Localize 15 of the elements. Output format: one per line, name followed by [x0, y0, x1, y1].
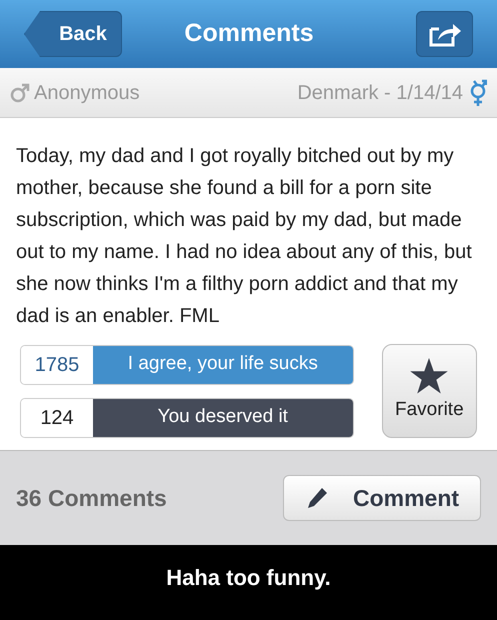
caption-text: Haha too funny. — [166, 564, 331, 592]
location-date: Denmark - 1/14/14 — [297, 80, 463, 106]
comment-count: 36 Comments — [16, 484, 167, 513]
gender-symbol-icon — [469, 78, 487, 106]
screen-title: Comments — [184, 18, 314, 50]
favorite-button[interactable]: Favorite — [382, 344, 477, 438]
vote-button[interactable]: 124 You deserved it — [20, 398, 354, 438]
author-name: Anonymous — [34, 80, 140, 106]
male-symbol-icon — [10, 82, 30, 102]
vote-button[interactable]: 1785 I agree, your life sucks — [20, 344, 354, 384]
star-icon — [410, 358, 448, 394]
back-button[interactable]: Back — [24, 11, 122, 57]
share-button[interactable] — [416, 11, 473, 57]
story-text: Today, my dad and I got royally bitched out by my mother, because she found a bill for a porn site subscription, which was paid by my dad, but made out to my name. I had no idea about any of this, but she now thinks I'm a filthy porn addict and that my dad is an enabler. FML — [15, 144, 473, 329]
comment-button[interactable]: Comment — [283, 475, 481, 521]
